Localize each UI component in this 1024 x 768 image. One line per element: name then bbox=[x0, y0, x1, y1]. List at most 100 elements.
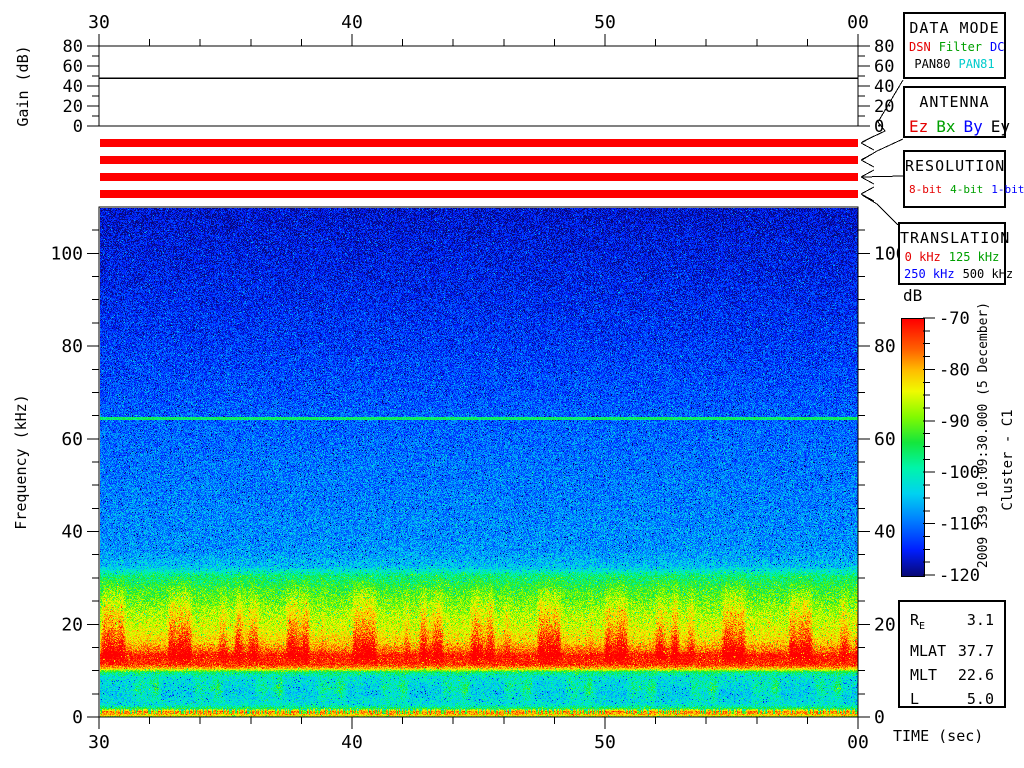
antenna-option: By bbox=[963, 117, 983, 136]
data_mode-options-row: PAN80 PAN81 bbox=[905, 57, 1004, 71]
ephemeris-row: MLAT 37.7 bbox=[910, 639, 994, 663]
ephemeris-value: 5.0 bbox=[966, 690, 994, 708]
antenna-options-row: Ez Bx By Ey bbox=[905, 117, 1010, 136]
arrowhead bbox=[860, 135, 875, 144]
data_mode-option: DC bbox=[990, 40, 1005, 54]
colorbar-title: dB bbox=[903, 286, 923, 305]
ephemeris-label: MLAT bbox=[910, 642, 947, 660]
colorbar-tick-label: -120 bbox=[939, 566, 980, 586]
translation-option: 250 kHz bbox=[904, 267, 955, 281]
arrowhead bbox=[860, 193, 875, 202]
translation-option: 125 kHz bbox=[948, 250, 1000, 264]
resolution-option: 8-bit bbox=[909, 183, 943, 196]
arrowhead bbox=[860, 169, 875, 178]
time-tick-label-top: 40 bbox=[341, 12, 363, 33]
freq-tick-label-right: 0 bbox=[874, 707, 885, 728]
resolution-option: 4-bit bbox=[950, 183, 984, 196]
ephemeris-value: 22.6 bbox=[957, 666, 994, 684]
antenna-panel: ANTENNA Ez Bx By Ey bbox=[903, 86, 1010, 138]
time-tick-label-top: 50 bbox=[594, 12, 616, 33]
data_mode-option: PAN81 bbox=[958, 57, 995, 71]
time-tick-label-bottom: 40 bbox=[341, 732, 363, 753]
ephemeris-row: L 5.0 bbox=[910, 687, 994, 711]
colorbar-canvas bbox=[901, 318, 925, 577]
freq-tick-label-left: 80 bbox=[61, 336, 83, 357]
data_mode-option: PAN80 bbox=[914, 57, 951, 71]
time-axis-title: TIME (sec) bbox=[893, 727, 984, 745]
panel-connector bbox=[861, 79, 904, 143]
status-bar-translation bbox=[100, 190, 858, 198]
status-bar-antenna bbox=[100, 156, 858, 164]
panel-connector bbox=[861, 194, 899, 226]
wbd-spectrogram-display: 30 30 40 40 50 50 00 00 0 0 20 20 40 40 60 60 80 80 0 0 20 20… bbox=[0, 0, 1024, 768]
arrowhead bbox=[860, 142, 875, 151]
arrowhead bbox=[860, 159, 875, 168]
gain-plot-frame bbox=[98, 45, 859, 127]
arrowhead bbox=[860, 186, 875, 195]
freq-tick-label-left: 20 bbox=[61, 614, 83, 635]
gain-tick-label-left: 20 bbox=[63, 97, 83, 117]
status-bar-data-mode bbox=[100, 139, 858, 147]
ephemeris-row: RE 3.1 bbox=[910, 608, 994, 639]
data-mode-panel: DATA MODE DSN Filter DC PAN80 PAN81 bbox=[903, 12, 1006, 79]
ephemeris-value: 3.1 bbox=[966, 611, 994, 629]
gain-tick-label-right: 80 bbox=[874, 37, 894, 57]
status-bar-resolution bbox=[100, 173, 858, 181]
time-tick-label-top: 30 bbox=[88, 12, 110, 33]
antenna-option: Ez bbox=[909, 117, 929, 136]
time-tick-label-bottom: 00 bbox=[847, 732, 869, 753]
freq-tick-label-left: 60 bbox=[61, 429, 83, 450]
ephemeris-panel: RE 3.1 MLAT 37.7 MLT 22.6 L 5.0 bbox=[898, 600, 1006, 708]
datetime-label: 2009 339 10:09:30.000 (5 December) bbox=[976, 301, 991, 569]
freq-tick-label-right: 60 bbox=[874, 429, 896, 450]
data_mode-options-row: DSN Filter DC bbox=[905, 40, 1005, 54]
time-tick-label-bottom: 50 bbox=[594, 732, 616, 753]
arrowhead bbox=[860, 176, 875, 185]
resolution-option: 1-bit bbox=[991, 183, 1024, 196]
panel-connector bbox=[861, 138, 904, 161]
translation-option: 0 kHz bbox=[904, 250, 941, 264]
gain-tick-label-left: 80 bbox=[63, 37, 83, 57]
colorbar-tick-label: -100 bbox=[939, 463, 980, 483]
resolution-panel: RESOLUTION 8-bit 4-bit 1-bit bbox=[903, 150, 1024, 208]
gain-tick-label-left: 40 bbox=[63, 77, 83, 97]
spectrogram-canvas bbox=[100, 208, 858, 717]
antenna-option: Bx bbox=[936, 117, 956, 136]
colorbar-tick-label: -70 bbox=[939, 309, 970, 329]
colorbar-tick-label: -110 bbox=[939, 515, 980, 535]
translation-options-row: 0 kHz 125 kHz bbox=[900, 250, 1004, 264]
resolution-panel-title: RESOLUTION bbox=[905, 157, 1006, 175]
translation-panel-title: TRANSLATION bbox=[900, 229, 1011, 247]
time-tick-label-bottom: 30 bbox=[88, 732, 110, 753]
translation-option: 500 kHz bbox=[962, 267, 1014, 281]
spacecraft-label: Cluster - C1 bbox=[1000, 409, 1016, 511]
panel-connector bbox=[861, 175, 904, 178]
gain-tick-label-right: 60 bbox=[874, 57, 894, 77]
freq-tick-label-right: 20 bbox=[874, 614, 896, 635]
freq-tick-label-left: 100 bbox=[50, 243, 83, 264]
frequency-axis-title: Frequency (kHz) bbox=[12, 394, 30, 530]
freq-tick-label-right: 40 bbox=[874, 522, 896, 543]
time-tick-label-top: 00 bbox=[847, 12, 869, 33]
gain-tick-label-right: 20 bbox=[874, 97, 894, 117]
ephemeris-value: 37.7 bbox=[957, 642, 994, 660]
gain-axis-title: Gain (dB) bbox=[14, 45, 32, 127]
data_mode-option: Filter bbox=[938, 40, 983, 54]
antenna-option: Ey bbox=[990, 117, 1011, 136]
colorbar-tick-label: -80 bbox=[939, 360, 970, 380]
translation-panel: TRANSLATION 0 kHz 125 kHz 250 kHz 500 kHz bbox=[898, 222, 1013, 285]
gain-tick-label-right: 0 bbox=[874, 117, 884, 137]
resolution-options-row: 8-bit 4-bit 1-bit bbox=[905, 183, 1024, 196]
colorbar-tick-label: -90 bbox=[939, 412, 970, 432]
ephemeris-label: MLT bbox=[910, 666, 938, 684]
freq-tick-label-left: 40 bbox=[61, 522, 83, 543]
freq-tick-label-left: 0 bbox=[72, 707, 83, 728]
translation-options-row: 250 kHz 500 kHz bbox=[900, 267, 1013, 281]
data_mode-option: DSN bbox=[909, 40, 931, 54]
arrowhead bbox=[860, 152, 875, 161]
gain-tick-label-left: 60 bbox=[63, 57, 83, 77]
ephemeris-row: MLT 22.6 bbox=[910, 663, 994, 687]
gain-tick-label-right: 40 bbox=[874, 77, 894, 97]
gain-tick-label-left: 0 bbox=[73, 117, 83, 137]
antenna-panel-title: ANTENNA bbox=[919, 93, 990, 111]
